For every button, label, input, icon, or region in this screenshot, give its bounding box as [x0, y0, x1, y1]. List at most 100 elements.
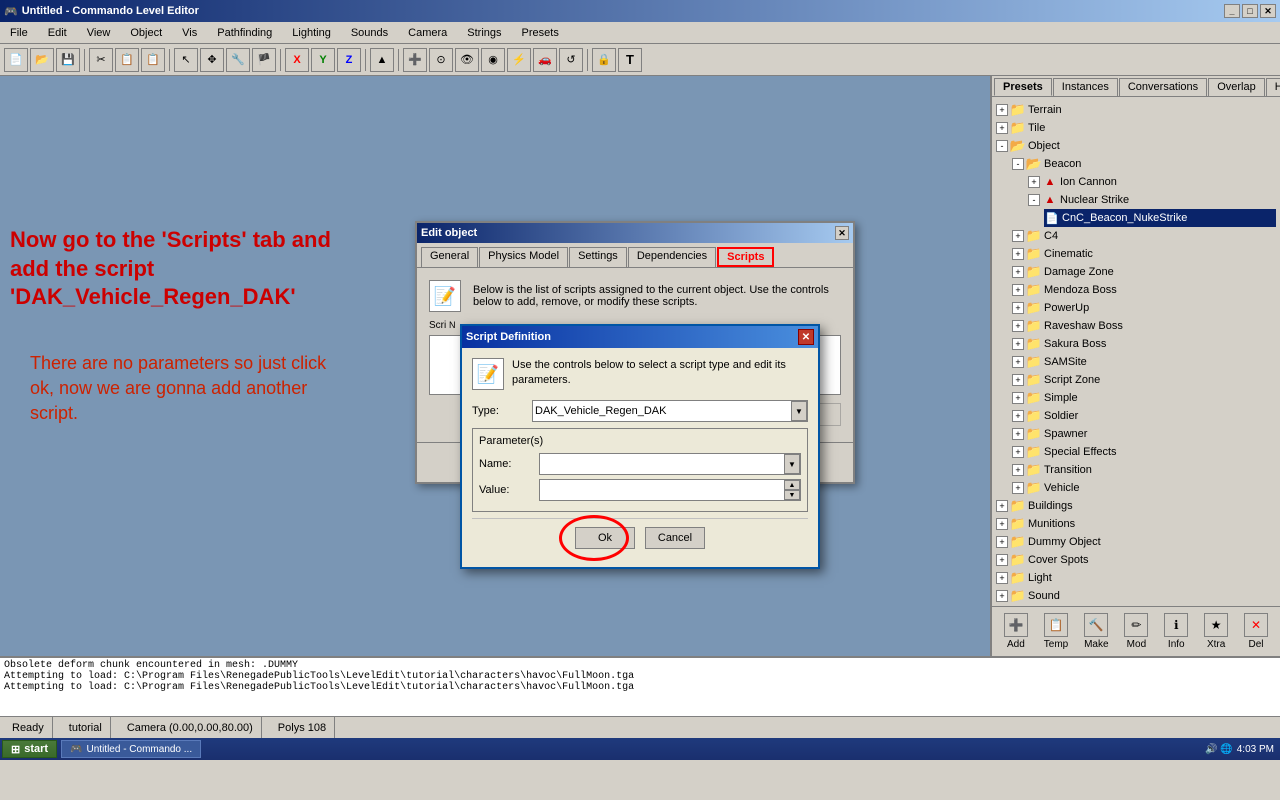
expand-samsite[interactable]: + [1012, 356, 1024, 368]
minimize-button[interactable]: _ [1224, 4, 1240, 18]
expand-light[interactable]: + [996, 572, 1008, 584]
type-input[interactable] [533, 401, 791, 421]
tb-lock[interactable]: 🔒 [592, 48, 616, 72]
taskbar-commando[interactable]: 🎮 Untitled - Commando ... [61, 740, 201, 758]
tab-conversations[interactable]: Conversations [1119, 78, 1207, 96]
tree-nuclear-strike[interactable]: - ▲ Nuclear Strike [1028, 191, 1276, 209]
tb-flag[interactable]: 🏴 [252, 48, 276, 72]
tb-select[interactable]: ↖ [174, 48, 198, 72]
value-input[interactable] [540, 480, 784, 500]
tb-cut[interactable]: ✂ [89, 48, 113, 72]
tree-object[interactable]: - 📂 Object [996, 137, 1276, 155]
expand-object[interactable]: - [996, 140, 1008, 152]
expand-spawner[interactable]: + [1012, 428, 1024, 440]
tree-sound[interactable]: + 📁 Sound [996, 587, 1276, 605]
menu-file[interactable]: File [4, 25, 34, 41]
tree-ion-cannon[interactable]: + ▲ Ion Cannon [1028, 173, 1276, 191]
expand-scriptzone[interactable]: + [1012, 374, 1024, 386]
start-button[interactable]: ⊞ start [2, 740, 57, 758]
tree-scriptzone[interactable]: + 📁 Script Zone [1012, 371, 1276, 389]
expand-mendoza[interactable]: + [1012, 284, 1024, 296]
name-dropdown-btn[interactable]: ▼ [784, 454, 800, 474]
script-def-close[interactable]: ✕ [798, 329, 814, 345]
tab-presets[interactable]: Presets [994, 78, 1052, 96]
tree-terrain[interactable]: + 📁 Terrain [996, 101, 1276, 119]
tb-lightning[interactable]: ⚡ [507, 48, 531, 72]
action-temp[interactable]: 📋 Temp [1040, 611, 1072, 652]
tree-soldier[interactable]: + 📁 Soldier [1012, 407, 1276, 425]
expand-powerup[interactable]: + [1012, 302, 1024, 314]
action-xtra[interactable]: ★ Xtra [1200, 611, 1232, 652]
value-up-btn[interactable]: ▲ [784, 480, 800, 490]
tb-x[interactable]: X [285, 48, 309, 72]
value-down-btn[interactable]: ▼ [784, 490, 800, 500]
menu-lighting[interactable]: Lighting [286, 25, 337, 41]
edit-object-close[interactable]: ✕ [835, 226, 849, 240]
action-mod[interactable]: ✏ Mod [1120, 611, 1152, 652]
tree-tile[interactable]: + 📁 Tile [996, 119, 1276, 137]
menu-sounds[interactable]: Sounds [345, 25, 394, 41]
expand-nuclear[interactable]: - [1028, 194, 1040, 206]
type-dropdown-btn[interactable]: ▼ [791, 401, 807, 421]
tree-special-effects[interactable]: + 📁 Special Effects [1012, 443, 1276, 461]
menu-edit[interactable]: Edit [42, 25, 73, 41]
expand-dzone[interactable]: + [1012, 266, 1024, 278]
menu-camera[interactable]: Camera [402, 25, 453, 41]
menu-vis[interactable]: Vis [176, 25, 203, 41]
tb-view1[interactable]: 👁 [455, 48, 479, 72]
expand-dummy[interactable]: + [996, 536, 1008, 548]
tree-raveshaw[interactable]: + 📁 Raveshaw Boss [1012, 317, 1276, 335]
tb-text[interactable]: T [618, 48, 642, 72]
script-def-ok-btn[interactable]: Ok [575, 527, 635, 549]
tree-c4[interactable]: + 📁 C4 [1012, 227, 1276, 245]
tb-add[interactable]: ➕ [403, 48, 427, 72]
tab-general[interactable]: General [421, 247, 478, 267]
expand-munitions[interactable]: + [996, 518, 1008, 530]
menu-view[interactable]: View [81, 25, 117, 41]
tree-dummy-object[interactable]: + 📁 Dummy Object [996, 533, 1276, 551]
tree-cover-spots[interactable]: + 📁 Cover Spots [996, 551, 1276, 569]
script-def-cancel-btn[interactable]: Cancel [645, 527, 705, 549]
tb-refresh[interactable]: ↺ [559, 48, 583, 72]
tab-physics[interactable]: Physics Model [479, 247, 568, 267]
tb-view2[interactable]: ◉ [481, 48, 505, 72]
tree-buildings[interactable]: + 📁 Buildings [996, 497, 1276, 515]
tree-samsite[interactable]: + 📁 SAMSite [1012, 353, 1276, 371]
expand-sakura[interactable]: + [1012, 338, 1024, 350]
close-button[interactable]: ✕ [1260, 4, 1276, 18]
expand-terrain[interactable]: + [996, 104, 1008, 116]
tb-y[interactable]: Y [311, 48, 335, 72]
action-del[interactable]: ✕ Del [1240, 611, 1272, 652]
tb-circle[interactable]: ⊙ [429, 48, 453, 72]
tab-scripts[interactable]: Scripts [717, 247, 774, 267]
tb-tools[interactable]: 🔧 [226, 48, 250, 72]
tree-sakura[interactable]: + 📁 Sakura Boss [1012, 335, 1276, 353]
expand-ion[interactable]: + [1028, 176, 1040, 188]
expand-buildings[interactable]: + [996, 500, 1008, 512]
tree-munitions[interactable]: + 📁 Munitions [996, 515, 1276, 533]
action-info[interactable]: ℹ Info [1160, 611, 1192, 652]
expand-soldier[interactable]: + [1012, 410, 1024, 422]
tb-z[interactable]: Z [337, 48, 361, 72]
tb-paste[interactable]: 📋 [141, 48, 165, 72]
menu-pathfinding[interactable]: Pathfinding [211, 25, 278, 41]
expand-simple[interactable]: + [1012, 392, 1024, 404]
tab-instances[interactable]: Instances [1053, 78, 1118, 96]
tb-copy[interactable]: 📋 [115, 48, 139, 72]
tree-cnc-beacon[interactable]: 📄 CnC_Beacon_NukeStrike [1044, 209, 1276, 227]
expand-sound[interactable]: + [996, 590, 1008, 602]
expand-c4[interactable]: + [1012, 230, 1024, 242]
tree-simple[interactable]: + 📁 Simple [1012, 389, 1276, 407]
expand-cover[interactable]: + [996, 554, 1008, 566]
expand-cinematic[interactable]: + [1012, 248, 1024, 260]
tb-save[interactable]: 💾 [56, 48, 80, 72]
tb-vehicle[interactable]: 🚗 [533, 48, 557, 72]
name-input[interactable] [540, 454, 784, 474]
action-make[interactable]: 🔨 Make [1080, 611, 1112, 652]
menu-presets[interactable]: Presets [516, 25, 565, 41]
expand-raveshaw[interactable]: + [1012, 320, 1024, 332]
tab-settings[interactable]: Settings [569, 247, 627, 267]
tree-transition[interactable]: + 📁 Transition [1012, 461, 1276, 479]
expand-tile[interactable]: + [996, 122, 1008, 134]
tab-heightfield[interactable]: Heightfield [1266, 78, 1280, 96]
